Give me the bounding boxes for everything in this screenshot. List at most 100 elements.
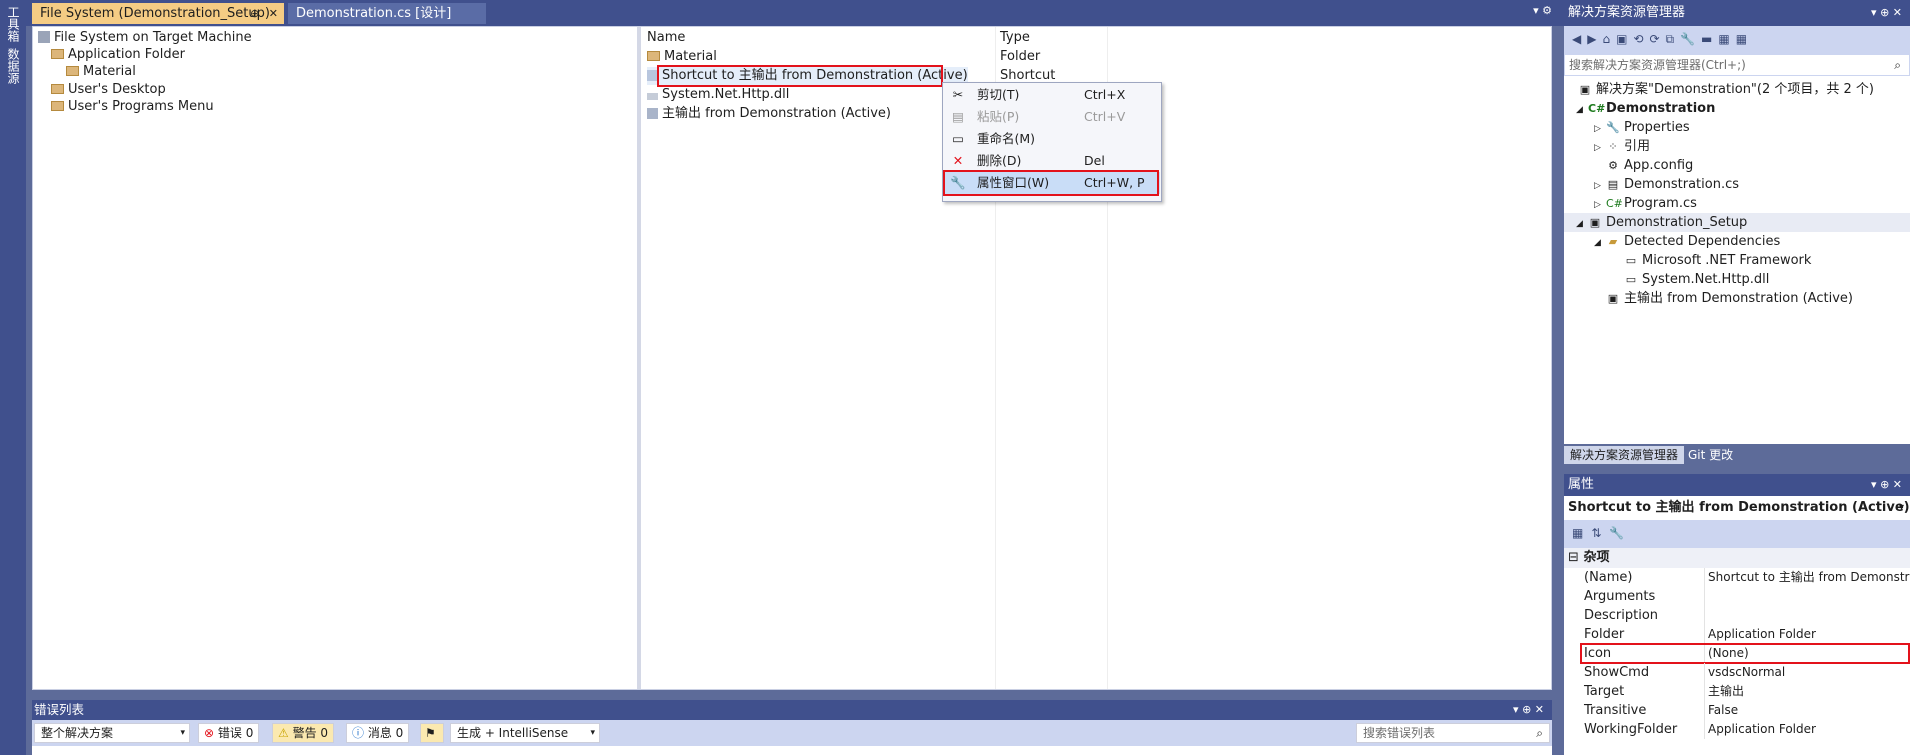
tree-item-users-programs-menu[interactable]: User's Programs Menu (51, 98, 214, 115)
tree-item-solution[interactable]: ▣ 解决方案"Demonstration"(2 个项目，共 2 个) (1578, 80, 1874, 99)
highlight-box (943, 170, 1159, 196)
list-item[interactable]: System.Net.Http.dll (647, 86, 789, 104)
property-row[interactable]: Transitive False (1564, 701, 1910, 720)
tree-item-detected-dependencies[interactable]: ◢ ▰ Detected Dependencies (1594, 232, 1780, 251)
menu-item-paste[interactable]: ▤ 粘贴(P) Ctrl+V (944, 106, 1160, 128)
solution-explorer-toolbar: ◀▶⌂▣⟲⟳⧉🔧▬▦▦ (1564, 26, 1910, 54)
tree-item-material[interactable]: Material (66, 63, 136, 80)
expanded-icon[interactable]: ◢ (1576, 215, 1588, 234)
folder-open-icon: ▰ (1608, 235, 1618, 248)
tab-label: File System (Demonstration_Setup) (40, 6, 270, 21)
tree-item-dotnet-framework[interactable]: ▭ Microsoft .NET Framework (1624, 251, 1812, 270)
menu-item-delete[interactable]: ✕ 删除(D) Del (944, 150, 1160, 172)
tree-item-users-desktop[interactable]: User's Desktop (51, 81, 166, 98)
tree-item-app-config[interactable]: ⚙ App.config (1606, 156, 1693, 175)
warnings-filter[interactable]: ⚠ 警告 0 (272, 723, 335, 743)
properties-object-selector[interactable]: Shortcut to 主输出 from Demonstration (Acti… (1564, 496, 1910, 520)
expanded-icon[interactable]: ◢ (1576, 101, 1588, 120)
folder-icon (51, 49, 64, 59)
tab-demonstration-design[interactable]: Demonstration.cs [设计] (288, 3, 486, 24)
property-category[interactable]: ⊟ 杂项 (1564, 548, 1910, 568)
properties-title: 属性 ▾ ⊕ ✕ (1564, 474, 1910, 496)
warning-icon: ⚠ (278, 726, 289, 740)
search-icon[interactable]: ⌕ (1536, 724, 1543, 742)
error-list-toolbar: 整个解决方案 ▾ ⊗ 错误 0 ⚠ 警告 0 ⓘ 消息 0 ⚑ 生成 + Inte… (32, 720, 1552, 746)
tree-item-system-net-http[interactable]: ▭ System.Net.Http.dll (1624, 270, 1770, 289)
property-row[interactable]: (Name) Shortcut to 主输出 from Demonstra (1564, 568, 1910, 587)
list-item[interactable]: Material (647, 48, 717, 66)
column-header-name[interactable]: Name (647, 29, 685, 47)
list-item-type: Folder (1000, 49, 1041, 64)
solution-explorer-tabs: 解决方案资源管理器 Git 更改 (1564, 444, 1910, 466)
search-icon[interactable]: ⌕ (1894, 55, 1901, 75)
menu-item-cut[interactable]: ✂ 剪切(T) Ctrl+X (944, 84, 1160, 106)
document-tab-strip: File System (Demonstration_Setup) ⊕ ✕ De… (26, 0, 1564, 26)
window-controls-icon[interactable]: ▾ ⊕ ✕ (1871, 0, 1902, 26)
column-header-type[interactable]: Type (1000, 29, 1030, 47)
error-list-search[interactable]: 搜索错误列表 ⌕ (1356, 723, 1550, 743)
error-list-body (32, 746, 1552, 755)
messages-filter[interactable]: ⓘ 消息 0 (346, 723, 410, 743)
tab-file-system[interactable]: File System (Demonstration_Setup) ⊕ ✕ (32, 3, 284, 24)
tree-root[interactable]: File System on Target Machine (38, 29, 252, 46)
data-sources-tab[interactable]: 数据源 (4, 48, 22, 84)
output-icon (647, 108, 658, 119)
property-row[interactable]: Folder Application Folder (1564, 625, 1910, 644)
wrench-icon: 🔧 (1606, 121, 1620, 134)
window-controls-icon[interactable]: ▾ ⊕ ✕ (1513, 700, 1544, 720)
machine-icon (38, 31, 50, 43)
form-icon: ▤ (1607, 178, 1619, 191)
framework-icon: ▭ (1625, 254, 1637, 267)
dll-icon (647, 93, 658, 100)
output-icon: ▣ (1607, 292, 1619, 305)
tree-item-demonstration-cs[interactable]: ▷ ▤ Demonstration.cs (1594, 175, 1739, 194)
tree-item-primary-output[interactable]: ▣ 主输出 from Demonstration (Active) (1606, 289, 1853, 308)
property-row[interactable]: Description (1564, 606, 1910, 625)
context-menu: ✂ 剪切(T) Ctrl+X ▤ 粘贴(P) Ctrl+V ▭ 重命名(M) ✕… (942, 82, 1162, 202)
collapsed-icon[interactable]: ▷ (1594, 139, 1606, 158)
tab-git-changes[interactable]: Git 更改 (1682, 446, 1739, 464)
left-toolbar: 工具箱 数据源 (0, 0, 26, 755)
solution-icon: ▣ (1579, 83, 1591, 96)
references-icon: ⁘ (1608, 140, 1618, 153)
folder-icon (66, 66, 79, 76)
solution-explorer-title: 解决方案资源管理器 ▾ ⊕ ✕ (1564, 0, 1910, 26)
rename-icon: ▭ (952, 131, 964, 146)
tree-item-references[interactable]: ▷ ⁘ 引用 (1594, 137, 1650, 156)
tree-item-project[interactable]: ◢ C#Demonstration (1576, 99, 1715, 118)
tree-item-program-cs[interactable]: ▷ C#Program.cs (1594, 194, 1697, 213)
chevron-down-icon: ▾ (180, 728, 185, 738)
list-item[interactable]: 主输出 from Demonstration (Active) (647, 105, 891, 123)
error-icon: ⊗ (204, 726, 215, 740)
close-icon[interactable]: ✕ (269, 7, 278, 20)
info-icon: ⓘ (352, 726, 365, 740)
build-filter-icon[interactable]: ⚑ (420, 723, 444, 743)
tree-item-application-folder[interactable]: Application Folder (51, 46, 185, 63)
solution-explorer-search[interactable]: 搜索解决方案资源管理器(Ctrl+;) ⌕ (1564, 54, 1910, 76)
property-row[interactable]: ShowCmd vsdscNormal (1564, 663, 1910, 682)
tab-overflow-icon[interactable]: ▾ ⚙ (1533, 4, 1552, 17)
tree-item-setup-project[interactable]: ◢ ▣ Demonstration_Setup (1564, 213, 1910, 232)
error-list-title: 错误列表 ▾ ⊕ ✕ (32, 700, 1552, 720)
scope-dropdown[interactable]: 整个解决方案 ▾ (34, 723, 190, 743)
dll-icon: ▭ (1625, 273, 1637, 286)
properties-toolbar-icons[interactable]: ▦⇅🔧 (1572, 526, 1632, 540)
build-filter-dropdown[interactable]: 生成 + IntelliSense ▾ (450, 723, 600, 743)
tab-solution-explorer[interactable]: 解决方案资源管理器 (1564, 446, 1685, 464)
toolbar-icons[interactable]: ◀▶⌂▣⟲⟳⧉🔧▬▦▦ (1572, 32, 1753, 47)
expanded-icon[interactable]: ◢ (1594, 234, 1606, 253)
tree-item-properties[interactable]: ▷ 🔧 Properties (1594, 118, 1690, 137)
toolbox-tab[interactable]: 工具箱 (4, 6, 22, 42)
menu-item-rename[interactable]: ▭ 重命名(M) (944, 128, 1160, 150)
pin-icon[interactable]: ⊕ (250, 7, 259, 20)
property-row[interactable]: Target 主输出 (1564, 682, 1910, 701)
chevron-down-icon[interactable]: ▾ (1899, 496, 1904, 520)
folder-icon (51, 101, 64, 111)
collapse-icon[interactable]: ⊟ (1568, 550, 1579, 565)
errors-filter[interactable]: ⊗ 错误 0 (198, 723, 260, 743)
properties-toolbar: ▦⇅🔧 (1564, 520, 1910, 548)
property-row[interactable]: Arguments (1564, 587, 1910, 606)
folder-icon (647, 51, 660, 61)
window-controls-icon[interactable]: ▾ ⊕ ✕ (1871, 474, 1902, 496)
property-row[interactable]: WorkingFolder Application Folder (1564, 720, 1910, 739)
